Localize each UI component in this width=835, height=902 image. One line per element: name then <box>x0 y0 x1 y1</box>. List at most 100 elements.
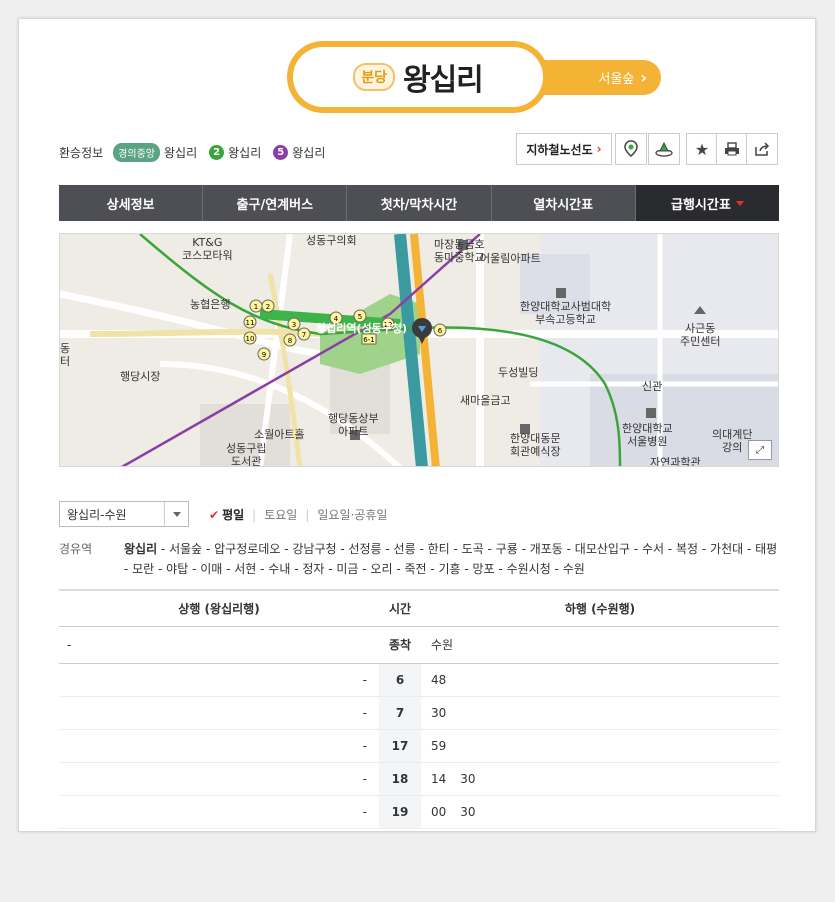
map-pin-button[interactable] <box>615 133 647 165</box>
day-filter: ✔ 평일 | 토요일 | 일요일·공휴일 <box>209 506 387 523</box>
table-row: - 6 48 <box>59 663 779 697</box>
timetable-header: 상행 (왕십리행) 시간 하행 (수원행) <box>59 589 779 627</box>
transfer-line2[interactable]: 2 왕십리 <box>209 144 261 161</box>
map-label-duseong: 두성빌딩 <box>498 366 539 379</box>
hour-cell: 6 <box>379 663 421 697</box>
day-saturday[interactable]: 토요일 <box>264 506 297 523</box>
tab-express-timetable[interactable]: 급행시간표 <box>635 185 780 221</box>
table-row: - 19 00 30 <box>59 795 779 829</box>
tab-label: 열차시간표 <box>533 197 594 213</box>
header-up: 상행 (왕십리행) <box>59 589 379 627</box>
map-label-hanyang-school: 한양대학교사범대학 부속고등학교 <box>520 300 612 326</box>
up-times: - <box>59 729 379 763</box>
svg-text:7: 7 <box>302 331 306 339</box>
line5-badge: 5 <box>273 145 289 160</box>
star-icon: ★ <box>694 139 710 159</box>
up-times: - <box>59 762 379 796</box>
minute: 30 <box>460 771 476 786</box>
svg-text:9: 9 <box>262 351 266 359</box>
svg-text:6: 6 <box>438 327 443 335</box>
direction-select[interactable]: 왕십리-수원 <box>59 501 189 527</box>
map-label-haengdang-apt: 행당동상부 아파트 <box>328 412 379 438</box>
via-first-station: 왕십리 <box>124 542 158 556</box>
down-times: 59 <box>421 729 779 763</box>
hour-cell: 17 <box>379 729 421 763</box>
map-label-council: 성동구의회 <box>306 234 357 247</box>
content-frame: 서울숲 › 분당 왕십리 환승정보 경의중앙 왕십리 2 왕십리 5 왕십리 지… <box>18 18 816 832</box>
day-weekday[interactable]: ✔ 평일 <box>209 506 244 523</box>
line2-badge: 2 <box>209 145 225 160</box>
down-times: 14 30 <box>421 762 779 796</box>
svg-text:6-1: 6-1 <box>363 336 374 344</box>
map-label-sowol: 소월아트홀 <box>254 428 305 441</box>
map-label-nonghyup: 농협은행 <box>190 298 231 311</box>
via-rest-stations: - 서울숲 - 압구정로데오 - 강남구청 - 선정릉 - 선릉 - 한티 - … <box>124 542 778 576</box>
favorite-button[interactable]: ★ <box>686 133 718 165</box>
location-button[interactable] <box>648 133 680 165</box>
map-label-hospital: 한양대학교 서울병원 <box>622 422 673 448</box>
expand-icon: ⤢ <box>756 444 764 456</box>
transfer-line5[interactable]: 5 왕십리 <box>273 144 325 161</box>
map-label-uidae: 의대계단 강의 <box>712 428 753 454</box>
minute: 48 <box>431 672 447 687</box>
station-map[interactable]: 1 2 11 10 3 7 8 9 4 5 12 6 6-1 KT&G 코스모타… <box>59 233 779 467</box>
map-label-sagun: 사근동 주민센터 <box>680 322 721 348</box>
svg-text:3: 3 <box>292 321 296 329</box>
transfer-station-name: 왕십리 <box>228 146 262 160</box>
tab-first-last-train[interactable]: 첫차/막차시간 <box>347 185 492 221</box>
tab-details[interactable]: 상세정보 <box>59 185 204 221</box>
divider: | <box>252 507 257 522</box>
print-button[interactable] <box>716 133 748 165</box>
station-title: 왕십리 <box>402 63 484 98</box>
chevron-right-icon: › <box>596 142 602 156</box>
minute: 14 <box>431 771 447 786</box>
tab-exits-bus[interactable]: 출구/연계버스 <box>203 185 348 221</box>
table-row: - 18 14 30 <box>59 762 779 796</box>
transfer-info: 환승정보 경의중앙 왕십리 2 왕십리 5 왕십리 <box>59 143 331 162</box>
via-label: 경유역 <box>59 542 93 556</box>
map-label-hanyang-hall: 한양대동문 회관예식장 <box>510 432 561 458</box>
down-times: 30 <box>421 696 779 730</box>
tab-bar: 상세정보 출구/연계버스 첫차/막차시간 열차시간표 급행시간표 <box>59 185 780 221</box>
map-pin-icon <box>624 140 638 157</box>
divider: | <box>305 507 310 522</box>
table-row: - 7 30 <box>59 696 779 730</box>
down-terminal: 수원 <box>421 626 779 664</box>
svg-text:10: 10 <box>246 335 255 343</box>
transfer-station-name: 왕십리 <box>163 146 198 160</box>
transfer-station-name: 왕십리 <box>292 146 326 160</box>
tab-label: 출구/연계버스 <box>236 197 314 213</box>
map-label-jayeon: 자연과학관 <box>650 456 701 467</box>
svg-text:1: 1 <box>254 303 258 311</box>
share-icon <box>755 142 770 156</box>
tab-label: 첫차/막차시간 <box>380 197 458 213</box>
chevron-right-icon: › <box>640 68 647 87</box>
header-hour: 시간 <box>379 589 421 627</box>
day-sunday-holiday[interactable]: 일요일·공휴일 <box>317 506 387 523</box>
check-icon: ✔ <box>209 508 220 522</box>
station-header: 분당 왕십리 <box>287 41 549 113</box>
map-label-dong: 동 터 <box>60 342 71 368</box>
tab-timetable[interactable]: 열차시간표 <box>492 185 636 221</box>
minute: 00 <box>431 804 447 819</box>
map-label-ktg: KT&G 코스모타워 <box>182 236 233 262</box>
subway-map-button[interactable]: 지하철노선도 › <box>516 133 612 165</box>
line-badge: 분당 <box>353 63 395 91</box>
minute: 30 <box>431 705 447 720</box>
up-terminal: - <box>59 626 379 664</box>
svg-text:8: 8 <box>288 337 292 345</box>
transfer-label: 환승정보 <box>59 146 104 160</box>
timetable: 상행 (왕십리행) 시간 하행 (수원행) - 종착 수원 - 6 48 - 7… <box>59 589 779 829</box>
print-icon <box>725 142 739 156</box>
share-button[interactable] <box>746 133 778 165</box>
down-times: 00 30 <box>421 795 779 829</box>
tab-label: 상세정보 <box>106 197 155 213</box>
caret-down-icon <box>735 200 744 206</box>
subway-map-label: 지하철노선도 <box>526 142 593 157</box>
hour-cell: 7 <box>379 696 421 730</box>
hour-terminal: 종착 <box>379 626 421 664</box>
transfer-gyeongui[interactable]: 경의중앙 왕십리 <box>113 143 197 162</box>
hour-cell: 19 <box>379 795 421 829</box>
up-times: - <box>59 663 379 697</box>
map-expand-button[interactable]: ⤢ <box>748 440 772 460</box>
